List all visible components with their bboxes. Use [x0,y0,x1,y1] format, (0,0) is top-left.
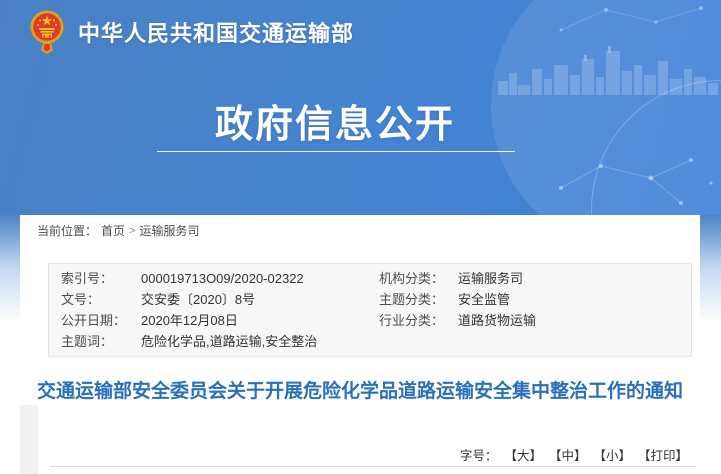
content-divider [50,466,695,467]
meta-value: 道路货物运输 [458,311,691,331]
meta-value: 危险化学品,道路运输,安全整治 [141,332,379,352]
breadcrumb: 当前位置： 首页 > 运输服务司 [37,222,199,239]
meta-value [458,332,691,352]
article-title: 交通运输部安全委员会关于开展危险化学品道路运输安全集中整治工作的通知 [35,379,685,405]
meta-row-date: 公开日期： 2020年12月08日 行业分类： 道路货物运输 [49,311,691,331]
meta-value: 2020年12月08日 [141,311,379,331]
left-gray-strip [20,405,38,474]
font-size-small-button[interactable]: 【小】 [593,445,631,464]
national-emblem-icon [30,10,64,55]
content-card: 当前位置： 首页 > 运输服务司 索引号： 000019713O09/2020-… [20,215,700,474]
meta-row-keywords: 主题词： 危险化学品,道路运输,安全整治 [49,332,691,352]
breadcrumb-label: 当前位置： [37,222,97,239]
meta-value: 安全监管 [458,290,691,310]
breadcrumb-link-home[interactable]: 首页 [101,222,125,239]
document-meta-table: 索引号： 000019713O09/2020-02322 机构分类： 运输服务司… [48,263,692,357]
page-banner-title: 政府信息公开 [215,104,455,146]
font-size-large-button[interactable]: 【大】 [504,445,542,464]
print-button[interactable]: 【打印】 [638,445,688,464]
banner-underline [157,151,515,152]
meta-label: 索引号： [61,269,141,289]
meta-value: 交安委〔2020〕8号 [141,290,379,310]
meta-value: 运输服务司 [458,269,691,289]
meta-label: 主题分类： [379,290,458,310]
meta-value: 000019713O09/2020-02322 [141,269,379,289]
font-size-label: 字号： [460,445,498,464]
breadcrumb-separator: > [129,225,135,237]
network-dots-graphic [541,148,721,213]
site-logo-link[interactable]: 中华人民共和国交通运输部 [30,9,354,55]
meta-label: 公开日期： [61,311,141,331]
meta-row-index: 索引号： 000019713O09/2020-02322 机构分类： 运输服务司 [49,269,691,289]
meta-label [379,332,458,352]
meta-label: 文号： [61,290,141,310]
font-size-medium-button[interactable]: 【中】 [549,445,587,464]
breadcrumb-link-department[interactable]: 运输服务司 [139,222,199,239]
site-name: 中华人民共和国交通运输部 [78,16,354,48]
network-dots-graphic-top [551,0,711,40]
city-skyline-graphic [498,40,720,95]
banner: 中华人民共和国交通运输部 政府信息公开 [0,0,721,215]
meta-label: 主题词： [61,332,141,352]
meta-row-docnumber: 文号： 交安委〔2020〕8号 主题分类： 安全监管 [49,290,691,310]
meta-label: 行业分类： [379,311,458,331]
font-size-controls: 字号： 【大】 【中】 【小】 【打印】 [460,445,688,464]
meta-label: 机构分类： [379,269,458,289]
